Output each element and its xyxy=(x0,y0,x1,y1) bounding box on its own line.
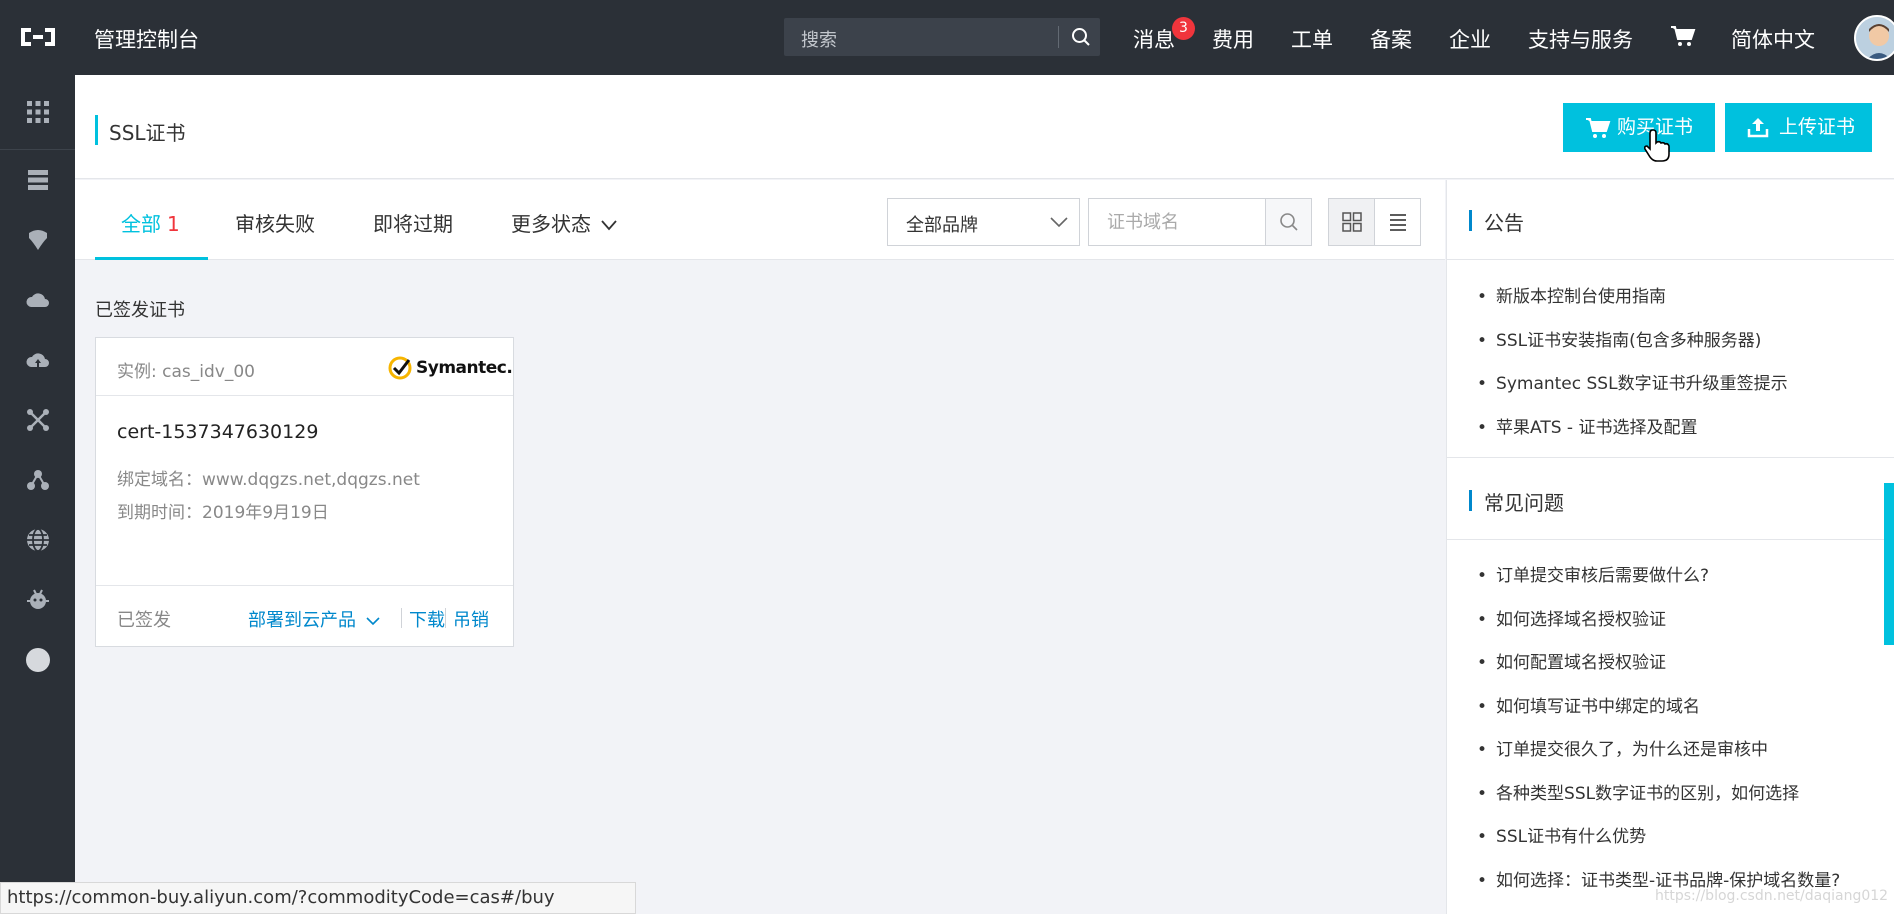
announcement-item[interactable]: 新版本控制台使用指南 xyxy=(1477,282,1666,307)
faq-item[interactable]: SSL证书有什么优势 xyxy=(1477,822,1646,847)
certificate-expiry: 到期时间：2019年9月19日 xyxy=(117,503,329,523)
nav-tickets[interactable]: 工单 xyxy=(1291,24,1333,54)
feedback-side-tab[interactable] xyxy=(1884,483,1894,645)
certificate-card: 实例: cas_idv_00 Symantec. cert-1537347630… xyxy=(95,337,514,647)
database-icon[interactable] xyxy=(25,227,51,253)
messages-badge: 3 xyxy=(1172,17,1195,40)
faq-item[interactable]: 订单提交很久了，为什么还是审核中 xyxy=(1477,735,1768,760)
nav-enterprise[interactable]: 企业 xyxy=(1449,24,1491,54)
faq-item[interactable]: 如何选择域名授权验证 xyxy=(1477,605,1666,630)
card-footer: 已签发 部署到云产品 下载 吊销 xyxy=(96,585,513,646)
grid-view-icon xyxy=(1342,212,1362,232)
global-search[interactable]: 搜索 xyxy=(784,18,1100,56)
deploy-link-label[interactable]: 部署到云产品 xyxy=(248,610,356,631)
page-header: SSL证书 购买证书 上传证书 xyxy=(75,75,1894,179)
grid-menu-icon[interactable] xyxy=(25,99,51,125)
cart-icon xyxy=(1586,118,1611,138)
list-view-toggle[interactable] xyxy=(1374,198,1421,246)
browser-status-url: https://common-buy.aliyun.com/?commodity… xyxy=(0,882,636,914)
watermark: https://blog.csdn.net/daqiang012 xyxy=(1655,888,1889,904)
faq-header: 常见问题 xyxy=(1447,460,1894,540)
domain-search-input[interactable] xyxy=(1088,198,1266,246)
announcements-header: 公告 xyxy=(1447,180,1894,260)
nav-support[interactable]: 支持与服务 xyxy=(1528,24,1633,54)
circle-icon[interactable] xyxy=(25,647,51,673)
chevron-down-icon xyxy=(366,617,380,626)
tab-more-status-label[interactable]: 更多状态 xyxy=(511,212,591,236)
page-title: SSL证书 xyxy=(109,121,186,145)
console-title[interactable]: 管理控制台 xyxy=(94,24,199,54)
active-tab-indicator xyxy=(95,257,208,260)
globe-icon[interactable] xyxy=(25,527,51,553)
symantec-logo: Symantec. xyxy=(388,354,513,382)
avatar[interactable] xyxy=(1854,15,1894,61)
tab-more-status[interactable]: 更多状态 xyxy=(511,208,618,237)
tab-all-label[interactable]: 全部 xyxy=(121,212,161,236)
faq-title: 常见问题 xyxy=(1484,491,1564,515)
section-label: 已签发证书 xyxy=(95,300,185,321)
faq-item[interactable]: 如何填写证书中绑定的域名 xyxy=(1477,692,1700,717)
tab-expiring-soon[interactable]: 即将过期 xyxy=(373,208,453,237)
nav-billing[interactable]: 费用 xyxy=(1212,24,1254,54)
faq-item[interactable]: 各种类型SSL数字证书的区别，如何选择 xyxy=(1477,779,1799,804)
card-header: 实例: cas_idv_00 Symantec. xyxy=(96,338,513,396)
hand-cursor-icon xyxy=(1644,129,1670,162)
certificate-domain: 绑定域名：www.dqgzs.net,dqgzs.net xyxy=(117,470,420,490)
announcement-item[interactable]: SSL证书安装指南(包含多种服务器) xyxy=(1477,326,1761,351)
nav-messages[interactable]: 消息 xyxy=(1133,24,1175,54)
deploy-link[interactable]: 部署到云产品 xyxy=(248,606,380,632)
search-icon[interactable] xyxy=(1070,26,1092,48)
sidebar-divider xyxy=(0,149,75,150)
buy-certificate-button[interactable]: 购买证书 xyxy=(1563,103,1715,152)
download-link[interactable]: 下载 xyxy=(401,606,445,632)
brand-name: Symantec. xyxy=(416,358,513,378)
card-instance: 实例: cas_idv_00 xyxy=(117,362,255,382)
action-divider xyxy=(445,608,446,628)
main-content: 全部 1 审核失败 即将过期 更多状态 全部品牌 证书域名 已签发证书 实例: … xyxy=(75,180,1445,914)
cloud-icon[interactable] xyxy=(25,287,51,313)
upload-certificate-label[interactable]: 上传证书 xyxy=(1779,116,1855,138)
search-placeholder[interactable]: 搜索 xyxy=(801,26,837,52)
faq-item[interactable]: 如何配置域名授权验证 xyxy=(1477,648,1666,673)
brand-select-value[interactable]: 全部品牌 xyxy=(906,211,978,237)
section-accent-bar xyxy=(1469,210,1472,231)
section-accent-bar xyxy=(1469,490,1472,511)
chevron-down-icon xyxy=(1050,217,1068,228)
faq-item[interactable]: 订单提交审核后需要做什么? xyxy=(1477,561,1709,586)
top-navbar: 管理控制台 搜索 消息 3 费用 工单 备案 企业 支持与服务 简体中文 xyxy=(0,0,1894,75)
certificate-name: cert-1537347630129 xyxy=(117,421,319,443)
announcements-title: 公告 xyxy=(1484,211,1524,235)
domain-search-button[interactable] xyxy=(1265,198,1312,246)
list-view-icon xyxy=(1390,214,1406,231)
search-icon xyxy=(1280,213,1298,231)
logo-icon[interactable] xyxy=(18,22,58,52)
tab-all[interactable]: 全部 1 xyxy=(121,208,180,237)
upload-icon xyxy=(1747,118,1769,138)
upload-cloud-icon[interactable] xyxy=(25,347,51,373)
announcement-item[interactable]: Symantec SSL数字证书升级重签提示 xyxy=(1477,369,1788,394)
bug-icon[interactable] xyxy=(25,587,51,613)
symantec-check-icon xyxy=(388,356,412,380)
grid-view-toggle[interactable] xyxy=(1328,198,1375,246)
announcement-item[interactable]: 苹果ATS - 证书选择及配置 xyxy=(1477,413,1697,438)
network-icon[interactable] xyxy=(25,407,51,433)
certificate-status: 已签发 xyxy=(117,610,171,631)
title-accent-bar xyxy=(95,115,98,145)
status-tabs-bar: 全部 1 审核失败 即将过期 更多状态 全部品牌 xyxy=(75,180,1445,260)
search-divider xyxy=(1058,26,1059,48)
tab-review-failed[interactable]: 审核失败 xyxy=(235,208,315,237)
revoke-link[interactable]: 吊销 xyxy=(453,606,489,632)
cluster-icon[interactable] xyxy=(25,467,51,493)
chevron-down-icon xyxy=(601,220,618,231)
server-icon[interactable] xyxy=(25,167,51,193)
upload-certificate-button[interactable]: 上传证书 xyxy=(1725,103,1872,152)
right-panel: 公告 新版本控制台使用指南 SSL证书安装指南(包含多种服务器) Symante… xyxy=(1446,180,1894,914)
cart-icon[interactable] xyxy=(1670,24,1696,48)
tab-all-count: 1 xyxy=(167,212,180,236)
nav-language[interactable]: 简体中文 xyxy=(1731,24,1815,54)
panel-divider xyxy=(1447,457,1894,458)
nav-icp[interactable]: 备案 xyxy=(1370,24,1412,54)
brand-select[interactable]: 全部品牌 xyxy=(887,198,1080,246)
sidebar xyxy=(0,75,75,914)
